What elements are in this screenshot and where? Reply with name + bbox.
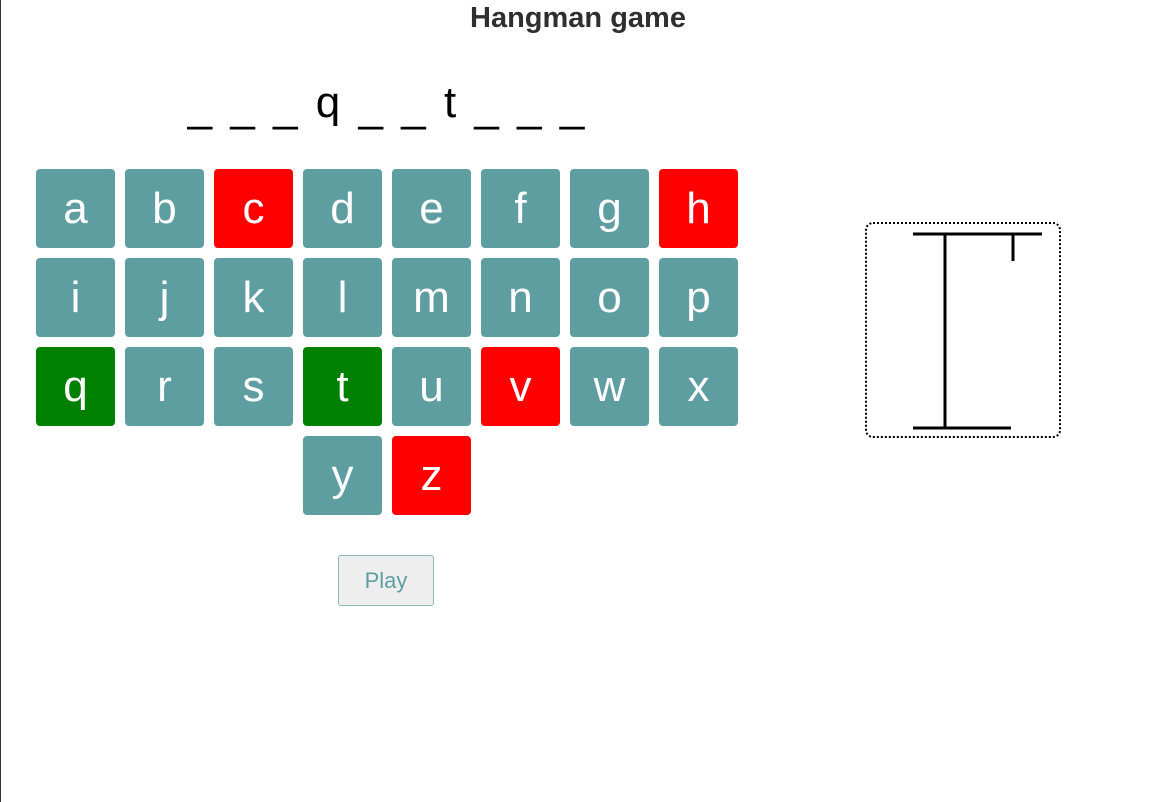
key-f[interactable]: f xyxy=(481,169,560,248)
key-c[interactable]: c xyxy=(214,169,293,248)
key-v[interactable]: v xyxy=(481,347,560,426)
key-y[interactable]: y xyxy=(303,436,382,515)
page-title: Hangman game xyxy=(470,2,686,34)
key-l[interactable]: l xyxy=(303,258,382,337)
key-b[interactable]: b xyxy=(125,169,204,248)
letter-slot: _ xyxy=(559,82,585,131)
key-i[interactable]: i xyxy=(36,258,115,337)
key-e[interactable]: e xyxy=(392,169,471,248)
key-q[interactable]: q xyxy=(36,347,115,426)
key-x[interactable]: x xyxy=(659,347,738,426)
gallows-drawing xyxy=(913,232,1042,430)
letter-slot: _ xyxy=(358,82,383,131)
key-j[interactable]: j xyxy=(125,258,204,337)
key-h[interactable]: h xyxy=(659,169,738,248)
key-k[interactable]: k xyxy=(214,258,293,337)
letter-slot: _ xyxy=(401,82,426,131)
letter-slot: _ xyxy=(474,82,499,131)
key-z[interactable]: z xyxy=(392,436,471,515)
play-button[interactable]: Play xyxy=(338,555,434,606)
key-w[interactable]: w xyxy=(570,347,649,426)
letter-slot: q xyxy=(315,78,341,127)
hangman-drawing xyxy=(865,222,1061,438)
word-display: _ _ _ q _ _ t _ _ _ xyxy=(1,78,771,134)
key-p[interactable]: p xyxy=(659,258,738,337)
key-r[interactable]: r xyxy=(125,347,204,426)
key-a[interactable]: a xyxy=(36,169,115,248)
key-m[interactable]: m xyxy=(392,258,471,337)
key-t[interactable]: t xyxy=(303,347,382,426)
key-u[interactable]: u xyxy=(392,347,471,426)
letter-slot: _ xyxy=(273,82,298,131)
key-o[interactable]: o xyxy=(570,258,649,337)
letter-slot: _ xyxy=(187,82,213,131)
key-s[interactable]: s xyxy=(214,347,293,426)
letter-slot: t xyxy=(443,78,457,127)
letter-slot: _ xyxy=(230,82,255,131)
key-d[interactable]: d xyxy=(303,169,382,248)
letter-slot: _ xyxy=(517,82,542,131)
key-g[interactable]: g xyxy=(570,169,649,248)
key-n[interactable]: n xyxy=(481,258,560,337)
game-page: Hangman game _ _ _ q _ _ t _ _ _ a b c d… xyxy=(0,0,1154,802)
